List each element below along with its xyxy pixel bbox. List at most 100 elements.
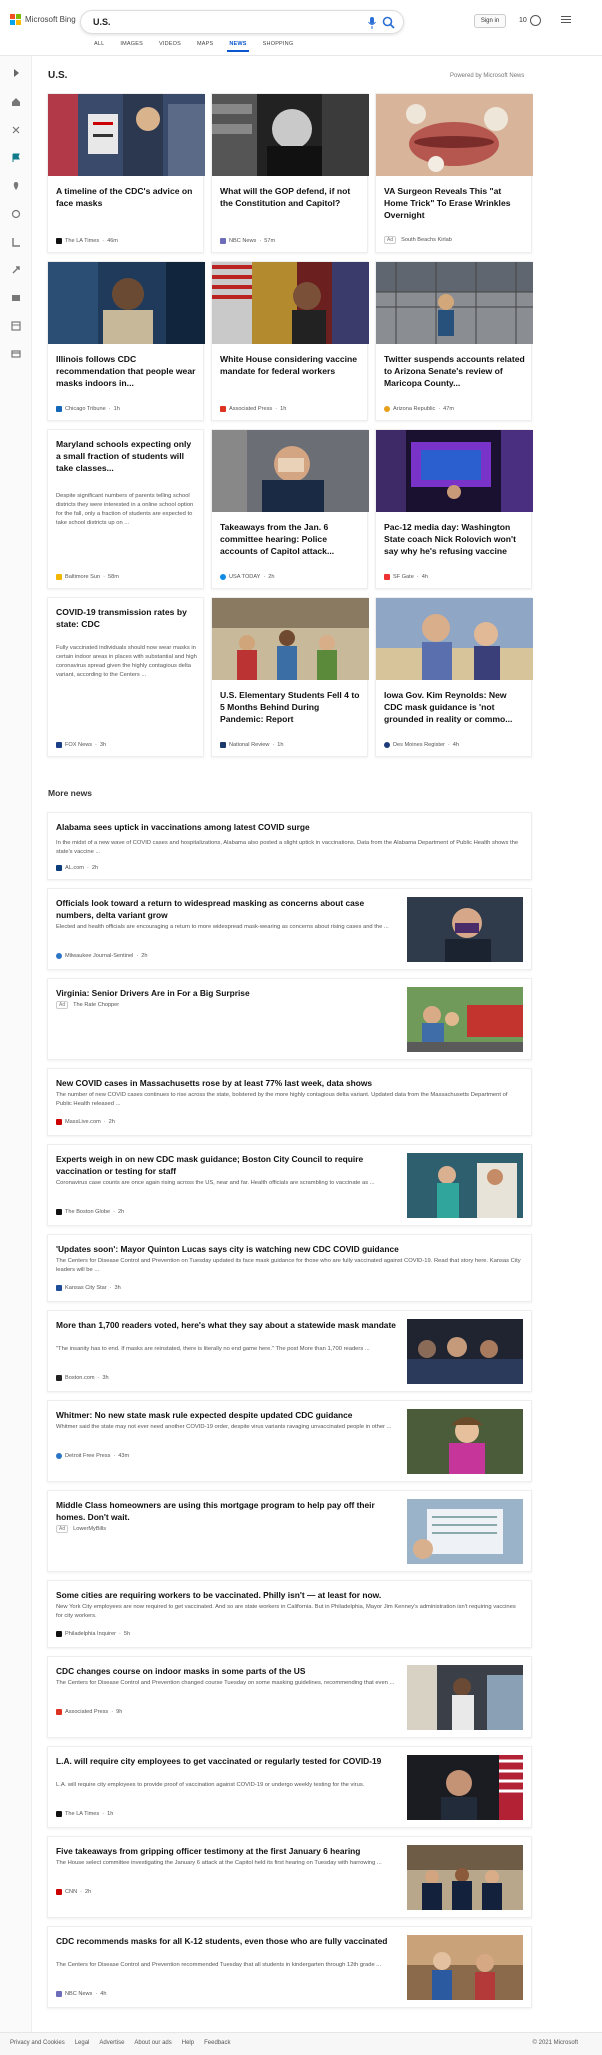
article-title[interactable]: More than 1,700 readers voted, here's wh… (56, 1319, 401, 1331)
article-title[interactable]: Maryland schools expecting only a small … (56, 438, 198, 474)
search-box[interactable]: U.S. (80, 10, 404, 34)
sports-icon[interactable] (11, 265, 21, 275)
money-icon[interactable] (11, 349, 21, 359)
article-source: Philadelphia Inquirer · 5h (56, 1631, 130, 1637)
article-source: Boston.com · 3h (56, 1375, 109, 1381)
article-title[interactable]: A timeline of the CDC's advice on face m… (56, 185, 198, 209)
news-list-item[interactable]: More than 1,700 readers voted, here's wh… (47, 1310, 532, 1392)
science-icon[interactable] (11, 321, 21, 331)
ad-badge: Ad (384, 236, 397, 244)
hamburger-menu-icon[interactable] (561, 16, 571, 24)
tab-news[interactable]: NEWS (221, 40, 254, 52)
news-card-text[interactable]: COVID-19 transmission rates by state: CD… (47, 597, 204, 757)
article-snippet: The Centers for Disease Control and Prev… (56, 1258, 521, 1273)
article-title[interactable]: Twitter suspends accounts related to Ari… (384, 353, 526, 389)
footer-link-privacy[interactable]: Privacy and Cookies (10, 2040, 65, 2046)
tab-all[interactable]: ALL (86, 40, 112, 52)
news-card[interactable]: Iowa Gov. Kim Reynolds: New CDC mask gui… (375, 597, 533, 757)
home-icon[interactable] (11, 97, 21, 107)
microphone-icon[interactable] (367, 17, 377, 29)
article-title[interactable]: What will the GOP defend, if not the Con… (220, 185, 362, 209)
business-icon[interactable] (11, 209, 21, 219)
article-title[interactable]: Five takeaways from gripping officer tes… (56, 1845, 401, 1857)
article-snippet: Whitmer said the state may not ever need… (56, 1424, 392, 1430)
entertainment-icon[interactable] (11, 237, 21, 247)
powered-by-label[interactable]: Powered by Microsoft News (450, 73, 524, 79)
tab-images[interactable]: IMAGES (112, 40, 151, 52)
footer-link-legal[interactable]: Legal (75, 2040, 90, 2046)
article-source: Associated Press · 1h (220, 406, 286, 412)
ad-list-item[interactable]: Virginia: Senior Drivers Are in For a Bi… (47, 978, 532, 1060)
ad-card[interactable]: VA Surgeon Reveals This "at Home Trick" … (375, 93, 533, 253)
article-image (212, 94, 369, 176)
search-input[interactable]: U.S. (93, 17, 111, 27)
technology-icon[interactable] (11, 293, 21, 303)
bing-logo[interactable]: Microsoft Bing (10, 14, 76, 25)
article-title[interactable]: Pac-12 media day: Washington State coach… (384, 521, 526, 557)
article-title[interactable]: COVID-19 transmission rates by state: CD… (56, 606, 198, 630)
news-card-text[interactable]: Maryland schools expecting only a small … (47, 429, 204, 589)
footer-link-about-ads[interactable]: About our ads (134, 2040, 171, 2046)
article-source: Detroit Free Press · 43m (56, 1453, 129, 1459)
us-flag-icon[interactable] (11, 153, 21, 163)
news-list-item[interactable]: 'Updates soon': Mayor Quinton Lucas says… (47, 1234, 532, 1302)
article-title[interactable]: Alabama sees uptick in vaccinations amon… (56, 821, 521, 833)
article-title[interactable]: Experts weigh in on new CDC mask guidanc… (56, 1153, 401, 1177)
news-card[interactable]: What will the GOP defend, if not the Con… (211, 93, 369, 253)
footer-link-advertise[interactable]: Advertise (99, 2040, 124, 2046)
news-card[interactable]: A timeline of the CDC's advice on face m… (47, 93, 205, 253)
news-list-item[interactable]: Officials look toward a return to widesp… (47, 888, 532, 970)
article-title[interactable]: VA Surgeon Reveals This "at Home Trick" … (384, 185, 526, 221)
ad-list-item[interactable]: Middle Class homeowners are using this m… (47, 1490, 532, 1572)
news-card[interactable]: Twitter suspends accounts related to Ari… (375, 261, 533, 421)
footer-link-help[interactable]: Help (182, 2040, 194, 2046)
article-source: Arizona Republic · 47m (384, 406, 454, 412)
article-image (407, 1665, 523, 1730)
news-list-item[interactable]: Five takeaways from gripping officer tes… (47, 1836, 532, 1918)
news-list-item[interactable]: Alabama sees uptick in vaccinations amon… (47, 812, 532, 880)
article-title[interactable]: Officials look toward a return to widesp… (56, 897, 401, 921)
article-title[interactable]: 'Updates soon': Mayor Quinton Lucas says… (56, 1243, 521, 1255)
news-card[interactable]: Takeaways from the Jan. 6 committee hear… (211, 429, 369, 589)
article-title[interactable]: CDC changes course on indoor masks in so… (56, 1665, 401, 1677)
news-list-item[interactable]: Some cities are requiring workers to be … (47, 1580, 532, 1648)
expand-rail-icon[interactable] (11, 68, 21, 78)
article-title[interactable]: White House considering vaccine mandate … (220, 353, 362, 377)
article-image (407, 1755, 523, 1820)
article-image (48, 94, 205, 176)
article-title[interactable]: Illinois follows CDC recommendation that… (56, 353, 198, 389)
article-title[interactable]: L.A. will require city employees to get … (56, 1755, 401, 1767)
rewards-button[interactable]: 10 (519, 15, 541, 26)
tab-shopping[interactable]: SHOPPING (255, 40, 302, 52)
article-source: USA TODAY · 2h (220, 574, 275, 580)
article-title[interactable]: Takeaways from the Jan. 6 committee hear… (220, 521, 362, 557)
article-title[interactable]: Whitmer: No new state mask rule expected… (56, 1409, 401, 1421)
news-list-item[interactable]: Experts weigh in on new CDC mask guidanc… (47, 1144, 532, 1226)
article-title[interactable]: CDC recommends masks for all K-12 studen… (56, 1935, 401, 1947)
news-list-item[interactable]: L.A. will require city employees to get … (47, 1746, 532, 1828)
article-title[interactable]: U.S. Elementary Students Fell 4 to 5 Mon… (220, 689, 362, 725)
news-card[interactable]: U.S. Elementary Students Fell 4 to 5 Mon… (211, 597, 369, 757)
world-icon[interactable] (11, 125, 21, 135)
article-title[interactable]: Middle Class homeowners are using this m… (56, 1499, 401, 1523)
news-card[interactable]: White House considering vaccine mandate … (211, 261, 369, 421)
article-image (407, 1153, 523, 1218)
article-title[interactable]: Iowa Gov. Kim Reynolds: New CDC mask gui… (384, 689, 526, 725)
tab-videos[interactable]: VIDEOS (151, 40, 189, 52)
news-card[interactable]: Illinois follows CDC recommendation that… (47, 261, 205, 421)
news-list-item[interactable]: Whitmer: No new state mask rule expected… (47, 1400, 532, 1482)
article-source: Ad South Beachs Kirlab (384, 236, 452, 244)
search-icon[interactable] (382, 16, 395, 29)
sign-in-button[interactable]: Sign in (474, 14, 506, 28)
tab-maps[interactable]: MAPS (189, 40, 221, 52)
news-list-item[interactable]: New COVID cases in Massachusetts rose by… (47, 1068, 532, 1136)
article-title[interactable]: New COVID cases in Massachusetts rose by… (56, 1077, 521, 1089)
article-title[interactable]: Some cities are requiring workers to be … (56, 1589, 521, 1601)
article-title[interactable]: Virginia: Senior Drivers Are in For a Bi… (56, 987, 401, 999)
news-list-item[interactable]: CDC recommends masks for all K-12 studen… (47, 1926, 532, 2008)
article-image (212, 430, 369, 512)
news-card[interactable]: Pac-12 media day: Washington State coach… (375, 429, 533, 589)
local-pin-icon[interactable] (11, 181, 21, 191)
news-list-item[interactable]: CDC changes course on indoor masks in so… (47, 1656, 532, 1738)
footer-link-feedback[interactable]: Feedback (204, 2040, 230, 2046)
